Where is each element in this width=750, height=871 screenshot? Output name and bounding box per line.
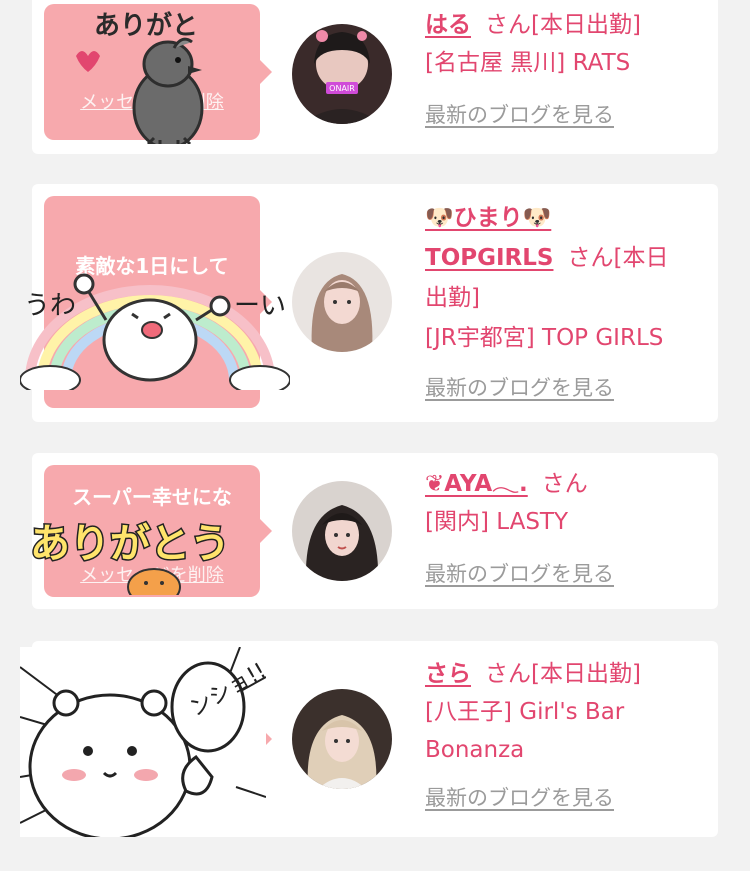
message-card-1: メッセージを削除 ありがと ONAIR はるさん[本日出勤] [名古屋 黒川] … xyxy=(32,0,718,154)
avatar[interactable] xyxy=(292,481,392,581)
avatar[interactable]: ONAIR xyxy=(292,24,392,124)
shop-label: [名古屋 黒川] RATS xyxy=(425,50,631,76)
shop-label: [JR宇都宮] TOP GIRLS xyxy=(425,325,664,351)
cast-name-line2[interactable]: TOPGIRLS xyxy=(425,245,553,271)
penguin-sticker: ありがと xyxy=(76,10,204,144)
message-card-3: スーパー幸せにな メッセージを削除 ありがとう ❦AYA𓂃.さん [関内] LA… xyxy=(29,453,718,609)
latest-blog-link[interactable]: 最新のブログを見る xyxy=(425,562,614,586)
message-bubble: メッセージを削除 ありがと xyxy=(44,4,272,144)
sticker-text: ありがと xyxy=(94,10,198,41)
bear-rainbow-sticker: うわ ーい xyxy=(20,273,290,390)
cast-suffix: さん xyxy=(541,471,588,497)
svg-text:ONAIR: ONAIR xyxy=(329,84,355,93)
message-card-2: 素敵な1日にして うわ ーい 🐶ひまり🐶 TOPGIRLS さん[本日 出勤] [… xyxy=(20,184,718,422)
bear-effort-sticker: ンショ!! xyxy=(20,647,266,837)
avatar[interactable] xyxy=(292,689,392,789)
latest-blog-link[interactable]: 最新のブログを見る xyxy=(425,786,614,810)
cast-info: ❦AYA𓂃. さん [関内] LASTY 最新のブログを見る xyxy=(425,465,705,593)
cast-name-link[interactable]: はる xyxy=(425,12,471,38)
cast-info: はる さん[本日出勤] [名古屋 黒川] RATS 最新のブログを見る xyxy=(425,6,705,134)
latest-blog-link[interactable]: 最新のブログを見る xyxy=(425,103,614,127)
cast-suffix: さん[本日出勤] xyxy=(485,12,641,38)
avatar[interactable] xyxy=(292,252,392,352)
latest-blog-link[interactable]: 最新のブログを見る xyxy=(425,376,614,400)
cast-suffix-cont: 出勤] xyxy=(425,285,480,311)
sticker-text-right: ーい xyxy=(234,291,286,321)
cast-suffix: さん[本日出勤] xyxy=(485,661,641,687)
cast-info: 🐶ひまり🐶 TOPGIRLS さん[本日 出勤] [JR宇都宮] TOP GIRL… xyxy=(425,198,705,408)
cast-name-link[interactable]: さら xyxy=(425,661,471,687)
cast-name-link[interactable]: ❦AYA𓂃. xyxy=(425,471,528,497)
thank-you-chick-sticker: ありがとう xyxy=(29,520,232,595)
sticker-text-left: うわ xyxy=(24,291,76,321)
message-card-4: ンショ!! さら さん[本日出勤] [八王子] Girl's Bar Bonanz… xyxy=(20,641,718,837)
cast-suffix: さん[本日 xyxy=(567,245,669,271)
shop-label: [八王子] Girl's Bar Bonanza xyxy=(425,699,625,763)
sticker-text: ありがとう xyxy=(30,521,230,567)
cast-info: さら さん[本日出勤] [八王子] Girl's Bar Bonanza 最新のブ… xyxy=(425,655,705,817)
cast-name-line1[interactable]: 🐶ひまり🐶 xyxy=(425,205,551,231)
shop-label: [関内] LASTY xyxy=(425,509,569,535)
